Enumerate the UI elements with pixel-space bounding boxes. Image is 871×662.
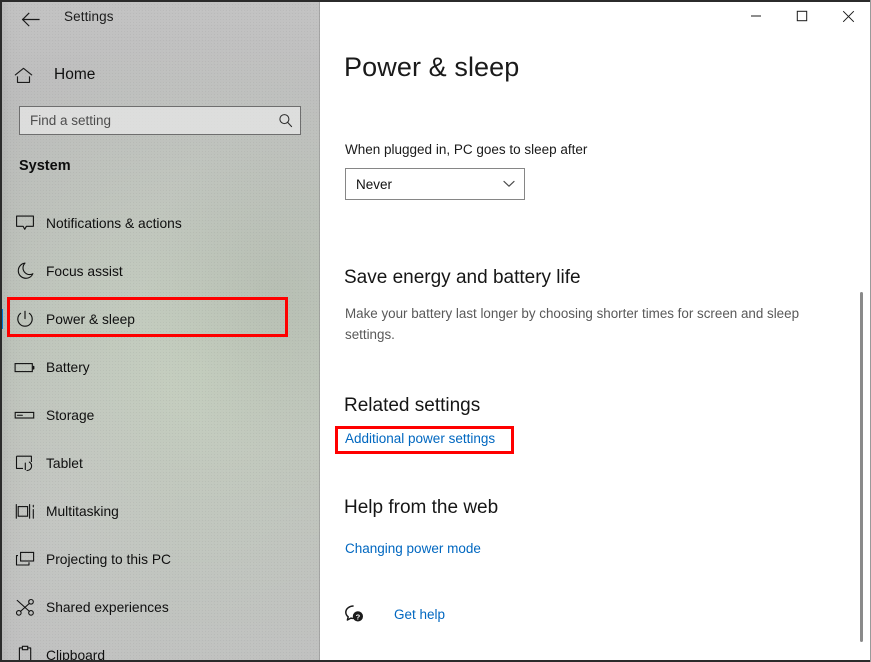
home-icon [10,67,50,84]
svg-text:?: ? [356,613,361,622]
get-help-row[interactable]: ? Get help [342,604,445,624]
sidebar-item-shared-experiences[interactable]: Shared experiences [0,583,320,631]
minimize-button[interactable] [733,0,779,32]
sidebar: Settings Home Find a setting System Noti… [0,0,320,662]
chevron-down-icon [494,180,524,188]
content-pane: Never Power & sleep [320,0,871,662]
sidebar-nav-list: Notifications & actions Focus assist Pow… [0,199,320,662]
minimize-icon [750,10,762,22]
plugged-in-sleep-dropdown[interactable]: Never [345,168,525,200]
save-energy-heading: Save energy and battery life [344,267,581,288]
sidebar-item-label: Tablet [46,455,83,471]
sidebar-item-home-label: Home [54,66,96,83]
sidebar-item-label: Multitasking [46,503,119,519]
share-nodes-icon [0,598,46,617]
sidebar-item-notifications-actions[interactable]: Notifications & actions [0,199,320,247]
sidebar-item-tablet[interactable]: Tablet [0,439,320,487]
sidebar-item-label: Storage [46,407,95,423]
sidebar-item-label: Power & sleep [46,311,135,327]
search-input[interactable]: Find a setting [19,106,301,135]
back-button[interactable] [8,3,52,35]
titlebar: Settings [0,0,320,38]
changing-power-mode-link[interactable]: Changing power mode [345,541,481,556]
sidebar-item-storage[interactable]: Storage [0,391,320,439]
maximize-icon [796,10,808,22]
storage-icon [0,409,46,421]
sidebar-item-label: Focus assist [46,263,123,279]
sidebar-item-label: Notifications & actions [46,215,182,231]
sidebar-item-focus-assist[interactable]: Focus assist [0,247,320,295]
multitasking-icon [0,502,46,521]
get-help-label: Get help [394,606,446,622]
sidebar-item-label: Shared experiences [46,599,169,615]
sidebar-item-label: Projecting to this PC [46,551,171,567]
sidebar-item-multitasking[interactable]: Multitasking [0,487,320,535]
window-frame-top [0,0,871,2]
content-scrollbar-thumb[interactable] [860,292,863,642]
notification-icon [0,214,46,232]
search-input-placeholder: Find a setting [30,113,112,128]
related-settings-heading: Related settings [344,395,481,416]
sidebar-item-home[interactable]: Home [10,60,306,90]
search-icon[interactable] [270,113,300,128]
sidebar-item-label: Battery [46,359,90,375]
maximize-button[interactable] [779,0,825,32]
save-energy-description: Make your battery last longer by choosin… [345,306,800,342]
projecting-icon [0,550,46,569]
close-icon [842,10,855,23]
sidebar-item-clipboard[interactable]: Clipboard [0,631,320,662]
window-frame-left [0,0,2,662]
window-controls [733,0,871,32]
power-icon [0,309,46,329]
content-scrollbar[interactable] [857,50,867,655]
help-bubble-icon: ? [342,604,368,624]
help-from-web-heading: Help from the web [344,497,499,518]
sidebar-group-heading: System [19,158,71,174]
tablet-icon [0,454,46,473]
back-arrow-icon [21,11,40,27]
additional-power-settings-link[interactable]: Additional power settings [345,431,495,446]
sidebar-item-battery[interactable]: Battery [0,343,320,391]
app-title: Settings [64,9,114,24]
sidebar-item-projecting-to-this-pc[interactable]: Projecting to this PC [0,535,320,583]
settings-window: Settings Home Find a setting System Noti… [0,0,871,662]
moon-icon [0,261,46,281]
sidebar-item-power-sleep[interactable]: Power & sleep [0,295,320,343]
plugged-in-sleep-label: When plugged in, PC goes to sleep after [345,142,588,157]
battery-icon [0,361,46,374]
page-title: Power & sleep [344,52,520,82]
close-button[interactable] [825,0,871,32]
plugged-in-sleep-dropdown-value: Never [356,176,393,192]
